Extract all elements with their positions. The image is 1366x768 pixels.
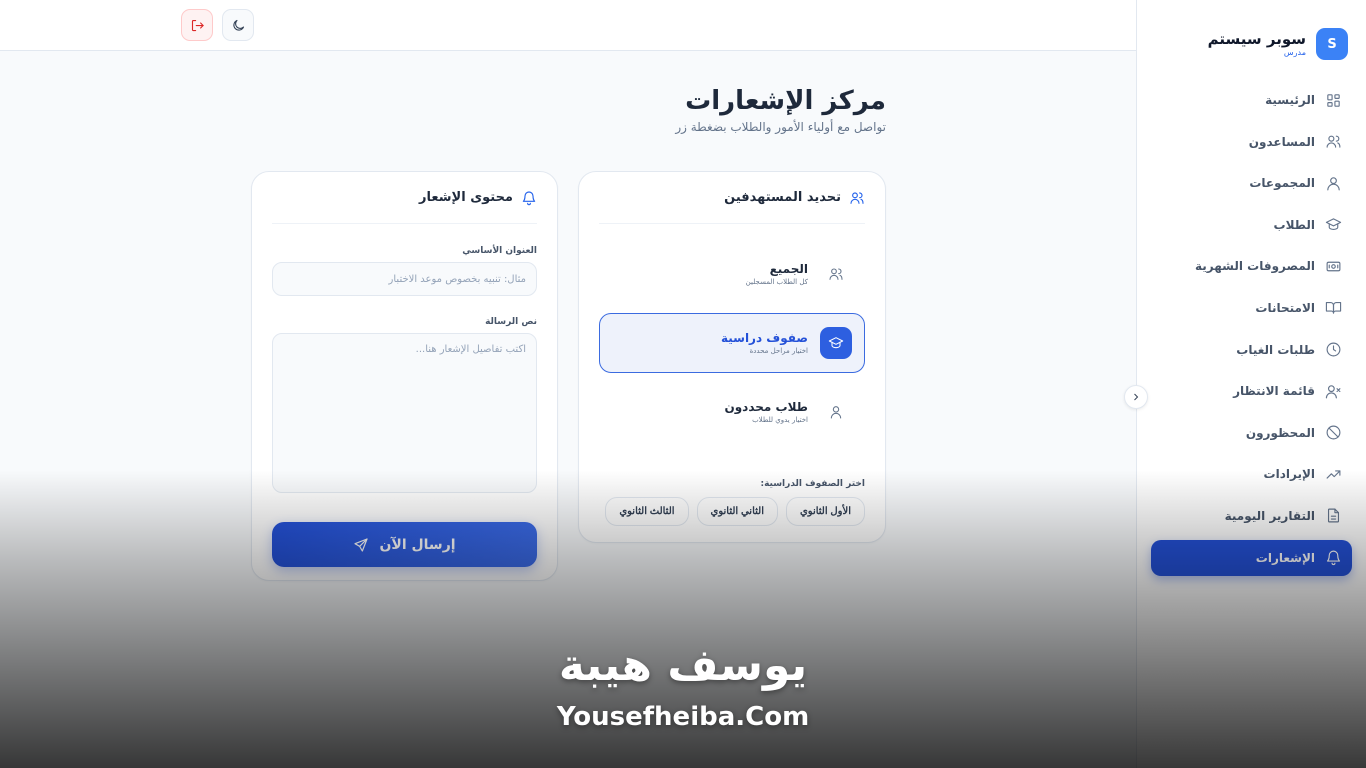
sidebar-item-absence-requests[interactable]: طلبات الغياب: [1151, 332, 1352, 368]
sidebar-item-label: الرئيسية: [1265, 93, 1315, 107]
logout-icon: [191, 19, 204, 31]
book-open-icon: [1325, 302, 1342, 315]
theme-toggle-button[interactable]: [222, 9, 254, 41]
targets-card: تحديد المستهدفين الجميع كل الطلاب المسجل…: [578, 171, 886, 543]
user-icon: [830, 406, 842, 419]
page-subtitle: تواصل مع أولياء الأمور والطلاب بضغطة زر: [675, 120, 886, 134]
watermark-english: Yousefheiba.Com: [556, 702, 810, 732]
target-option-specific-students[interactable]: طلاب محددون اختيار يدوي للطلاب: [599, 382, 865, 442]
sidebar-item-daily-reports[interactable]: التقارير اليومية: [1151, 498, 1352, 534]
sidebar-item-dashboard[interactable]: الرئيسية: [1151, 82, 1352, 118]
watermark-arabic: يوسف هيبة: [558, 640, 808, 691]
sidebar-item-students[interactable]: الطلاب: [1151, 207, 1352, 243]
user-x-icon: [1325, 384, 1341, 399]
notification-content-card: محتوى الإشعار العنوان الأساسي نص الرسالة…: [251, 171, 558, 581]
sidebar-item-monthly-fees[interactable]: المصروفات الشهرية: [1151, 248, 1352, 284]
sidebar-item-label: المجموعات: [1249, 176, 1315, 191]
send-button-label: إرسال الآن: [379, 536, 456, 553]
grades-label: اختر الصفوف الدراسية:: [760, 479, 865, 489]
target-option-desc: اختيار يدوي للطلاب: [752, 416, 808, 424]
users-icon: [1326, 135, 1341, 148]
target-options: الجميع كل الطلاب المسجلين صفوف دراسية اخ…: [579, 224, 885, 442]
sidebar-item-label: المساعدون: [1248, 134, 1315, 149]
trending-up-icon: [1326, 470, 1341, 479]
target-option-all[interactable]: الجميع كل الطلاب المسجلين: [599, 244, 865, 304]
message-textarea[interactable]: [272, 333, 537, 493]
grade-chip-third[interactable]: الثالث الثانوي: [605, 497, 689, 526]
grade-chips: الأول الثانوي الثاني الثانوي الثالث الثا…: [579, 489, 885, 526]
target-option-title: طلاب محددون: [724, 400, 808, 414]
sidebar-item-label: التقارير اليومية: [1224, 508, 1315, 523]
sidebar-item-label: المصروفات الشهرية: [1194, 259, 1315, 274]
chevron-right-icon: [1134, 393, 1139, 401]
file-text-icon: [1327, 508, 1340, 523]
top-bar: [0, 0, 1136, 51]
brand-role: مدرس: [1283, 48, 1306, 57]
ban-icon: [1326, 425, 1341, 440]
graduation-cap-icon: [1325, 218, 1342, 231]
sidebar-item-label: قائمة الانتظار: [1233, 384, 1315, 399]
sidebar-item-label: الإيرادات: [1263, 467, 1315, 482]
content-card-header: محتوى الإشعار: [272, 172, 537, 224]
sidebar-item-waiting-list[interactable]: قائمة الانتظار: [1151, 373, 1352, 409]
bell-icon: [522, 190, 536, 205]
sidebar-item-label: المحظورون: [1245, 425, 1315, 440]
sidebar-item-label: الطلاب: [1273, 217, 1315, 232]
target-option-grades[interactable]: صفوف دراسية اختيار مراحل محددة: [599, 313, 865, 373]
graduation-cap-icon: [828, 337, 844, 349]
sidebar-item-label: طلبات الغياب: [1236, 342, 1315, 357]
page-title: مركز الإشعارات: [685, 86, 886, 116]
targets-card-title: تحديد المستهدفين: [724, 190, 841, 205]
logout-button[interactable]: [181, 9, 213, 41]
title-input[interactable]: [272, 262, 537, 296]
sidebar-item-notifications[interactable]: الإشعارات: [1151, 539, 1352, 576]
banknote-icon: [1326, 261, 1341, 272]
bell-icon: [1326, 550, 1341, 566]
sidebar-collapse-button[interactable]: [1124, 385, 1148, 409]
users-icon: [850, 191, 864, 204]
target-option-desc: اختيار مراحل محددة: [749, 347, 808, 355]
moon-icon: [232, 19, 244, 31]
content-card-title: محتوى الإشعار: [419, 190, 513, 205]
target-option-desc: كل الطلاب المسجلين: [745, 278, 808, 286]
sidebar-item-assistants[interactable]: المساعدون: [1151, 124, 1352, 160]
sidebar-item-label: الإشعارات: [1255, 550, 1315, 565]
target-option-title: صفوف دراسية: [720, 331, 808, 345]
targets-card-header: تحديد المستهدفين: [599, 172, 865, 224]
clock-icon: [1326, 342, 1341, 357]
send-now-button[interactable]: إرسال الآن: [272, 522, 537, 567]
brand-logo: S: [1316, 28, 1348, 60]
brand-name: سوبر سيستم: [1207, 30, 1306, 48]
sidebar-item-label: الامتحانات: [1255, 300, 1315, 315]
grade-chip-second[interactable]: الثاني الثانوي: [696, 497, 778, 526]
users-icon: [829, 268, 843, 280]
sidebar-item-banned[interactable]: المحظورون: [1151, 415, 1352, 451]
message-field-label: نص الرسالة: [485, 317, 537, 327]
sidebar-item-groups[interactable]: المجموعات: [1151, 165, 1352, 201]
notification-form: العنوان الأساسي نص الرسالة إرسال الآن: [252, 224, 557, 567]
sidebar-item-exams[interactable]: الامتحانات: [1151, 290, 1352, 326]
send-icon: [354, 537, 369, 552]
target-option-title: الجميع: [769, 262, 808, 276]
sidebar-item-revenue[interactable]: الإيرادات: [1151, 456, 1352, 492]
group-icon: [1327, 176, 1340, 191]
brand: S سوبر سيستم مدرس: [1137, 0, 1366, 70]
title-field-label: العنوان الأساسي: [462, 246, 537, 256]
page-header: مركز الإشعارات تواصل مع أولياء الأمور وا…: [675, 84, 886, 136]
sidebar-nav: الرئيسية المساعدون المجموعات الطلاب المص…: [1137, 70, 1366, 576]
dashboard-icon: [1327, 93, 1340, 107]
grade-chip-first[interactable]: الأول الثانوي: [785, 497, 865, 526]
